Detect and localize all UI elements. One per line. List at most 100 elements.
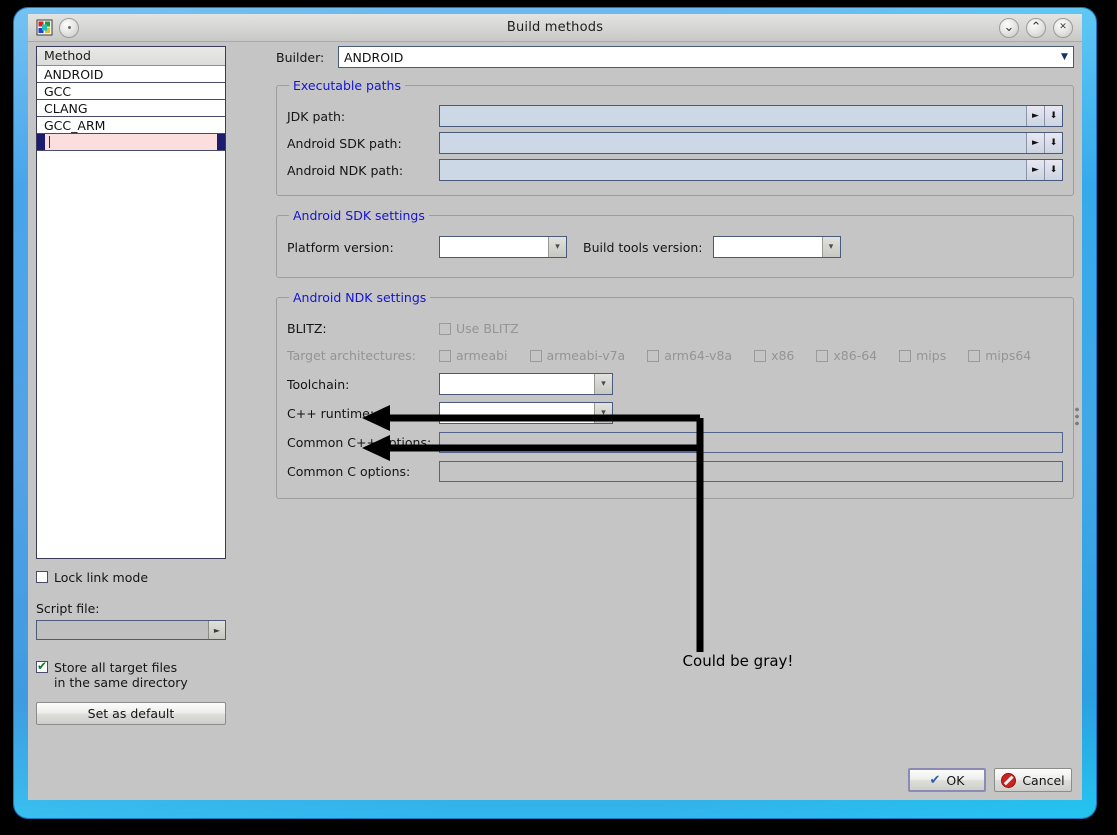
lock-link-mode-row[interactable]: Lock link mode: [36, 570, 226, 585]
script-file-input[interactable]: ►: [36, 620, 226, 640]
arch-label: armeabi: [456, 348, 508, 363]
dialog-body: Method ANDROID GCC CLANG GCC_ARM: [28, 42, 1082, 800]
resize-grip[interactable]: [1075, 406, 1079, 428]
use-blitz-checkbox-row: Use BLITZ: [439, 321, 519, 336]
arch-checkbox-armeabi-v7a: [530, 350, 542, 362]
lock-link-mode-label: Lock link mode: [54, 570, 148, 585]
script-file-label: Script file:: [36, 601, 226, 616]
store-all-target-files-checkbox[interactable]: [36, 661, 48, 673]
arrow-down-icon[interactable]: ⬇: [1044, 160, 1062, 180]
executable-paths-legend: Executable paths: [289, 78, 405, 93]
list-item[interactable]: CLANG: [37, 100, 225, 117]
chevron-down-icon[interactable]: ▾: [594, 374, 612, 394]
cpp-runtime-row: C++ runtime: ▾: [287, 401, 1063, 425]
builder-row: Builder: ANDROID ▼: [276, 46, 1074, 68]
maximize-button[interactable]: ⌃: [1026, 18, 1046, 38]
triangle-right-icon[interactable]: ►: [208, 621, 225, 639]
android-sdk-settings-group: Android SDK settings Platform version: ▾…: [276, 208, 1074, 278]
android-ndk-path-input[interactable]: ► ⬇: [439, 159, 1063, 181]
arch-label: arm64-v8a: [664, 348, 732, 363]
left-panel: Method ANDROID GCC CLANG GCC_ARM: [36, 46, 226, 725]
arch-item: x86-64: [816, 348, 877, 363]
editor-left-handle[interactable]: [37, 134, 45, 150]
blue-check-icon: ✔: [930, 773, 941, 788]
arch-item: armeabi: [439, 348, 508, 363]
common-cpp-options-label: Common C++ options:: [287, 435, 439, 450]
chevron-down-icon[interactable]: ▾: [594, 403, 612, 423]
android-ndk-path-value: [440, 160, 1026, 180]
android-sdk-path-input[interactable]: ► ⬇: [439, 132, 1063, 154]
lock-link-mode-checkbox[interactable]: [36, 571, 48, 583]
triangle-right-icon[interactable]: ►: [1026, 160, 1044, 180]
sdk-versions-row: Platform version: ▾ Build tools version:…: [287, 235, 1063, 259]
arch-checkbox-armeabi: [439, 350, 451, 362]
list-item[interactable]: GCC_ARM: [37, 117, 225, 134]
executable-paths-group: Executable paths JDK path: ► ⬇ Android S…: [276, 78, 1074, 196]
chevron-down-icon[interactable]: ▾: [822, 237, 840, 257]
window-menu-button[interactable]: [59, 18, 79, 38]
arch-item: mips64: [968, 348, 1031, 363]
cpp-runtime-select[interactable]: ▾: [439, 402, 613, 424]
arch-item: armeabi-v7a: [530, 348, 626, 363]
set-as-default-label: Set as default: [88, 706, 175, 721]
android-sdk-path-label: Android SDK path:: [287, 136, 439, 151]
chevron-down-icon[interactable]: ▾: [548, 237, 566, 257]
arch-label: mips: [916, 348, 946, 363]
list-item[interactable]: ANDROID: [37, 66, 225, 83]
jdk-path-row: JDK path: ► ⬇: [287, 104, 1063, 128]
close-button[interactable]: ✕: [1053, 18, 1073, 38]
use-blitz-label: Use BLITZ: [456, 321, 519, 336]
title-bar[interactable]: Build methods ⌄ ⌃ ✕: [28, 14, 1082, 42]
arrow-down-icon[interactable]: ⬇: [1044, 106, 1062, 126]
jdk-path-input[interactable]: ► ⬇: [439, 105, 1063, 127]
toolchain-select[interactable]: ▾: [439, 373, 613, 395]
architecture-checkbox-list: armeabi armeabi-v7a arm64-v8a: [439, 348, 1031, 363]
jdk-path-value: [440, 106, 1026, 126]
arch-checkbox-mips: [899, 350, 911, 362]
method-name-input[interactable]: [45, 134, 217, 150]
editor-right-handle[interactable]: [217, 134, 225, 150]
arch-checkbox-arm64-v8a: [647, 350, 659, 362]
script-file-value: [37, 621, 208, 639]
toolchain-row: Toolchain: ▾: [287, 372, 1063, 396]
close-icon: ✕: [1059, 23, 1067, 32]
minimize-button[interactable]: ⌄: [999, 18, 1019, 38]
ok-button[interactable]: ✔ OK: [908, 768, 986, 792]
list-item[interactable]: GCC: [37, 83, 225, 100]
common-c-options-label: Common C options:: [287, 464, 439, 479]
platform-version-label: Platform version:: [287, 240, 439, 255]
toolchain-label: Toolchain:: [287, 377, 439, 392]
android-ndk-settings-legend: Android NDK settings: [289, 290, 430, 305]
common-c-options-input: [439, 461, 1063, 482]
store-all-target-files-row[interactable]: Store all target files in the same direc…: [36, 660, 226, 690]
common-cpp-options-row: Common C++ options:: [287, 430, 1063, 454]
android-ndk-path-row: Android NDK path: ► ⬇: [287, 158, 1063, 182]
red-no-entry-icon: [1001, 773, 1016, 788]
app-grid-icon: [36, 19, 53, 36]
method-list[interactable]: Method ANDROID GCC CLANG GCC_ARM: [36, 46, 226, 559]
builder-select[interactable]: ANDROID ▼: [338, 46, 1074, 68]
triangle-right-icon[interactable]: ►: [1026, 133, 1044, 153]
platform-version-select[interactable]: ▾: [439, 236, 567, 258]
jdk-path-label: JDK path:: [287, 109, 439, 124]
build-tools-version-select[interactable]: ▾: [713, 236, 841, 258]
window-title: Build methods: [28, 20, 1082, 35]
target-architectures-label: Target architectures:: [287, 348, 439, 363]
ok-label: OK: [946, 773, 964, 788]
dialog-window: Build methods ⌄ ⌃ ✕ Method ANDROID: [28, 14, 1082, 800]
arrow-down-icon[interactable]: ⬇: [1044, 133, 1062, 153]
method-name-editor-row[interactable]: [37, 134, 225, 151]
common-c-options-row: Common C options:: [287, 459, 1063, 483]
cpp-runtime-label: C++ runtime:: [287, 406, 439, 421]
builder-value: ANDROID: [344, 50, 403, 65]
cancel-button[interactable]: Cancel: [994, 768, 1072, 792]
blitz-row: BLITZ: Use BLITZ: [287, 316, 1063, 340]
dialog-footer: ✔ OK Cancel: [908, 768, 1072, 792]
triangle-right-icon[interactable]: ►: [1026, 106, 1044, 126]
target-architectures-row: Target architectures: armeabi armeabi-v7…: [287, 343, 1063, 367]
window-frame: Build methods ⌄ ⌃ ✕ Method ANDROID: [14, 8, 1096, 818]
set-as-default-button[interactable]: Set as default: [36, 702, 226, 725]
store-all-label-line1: Store all target files: [54, 660, 188, 675]
arch-label: mips64: [985, 348, 1031, 363]
chevron-down-icon[interactable]: ▼: [1056, 47, 1073, 67]
